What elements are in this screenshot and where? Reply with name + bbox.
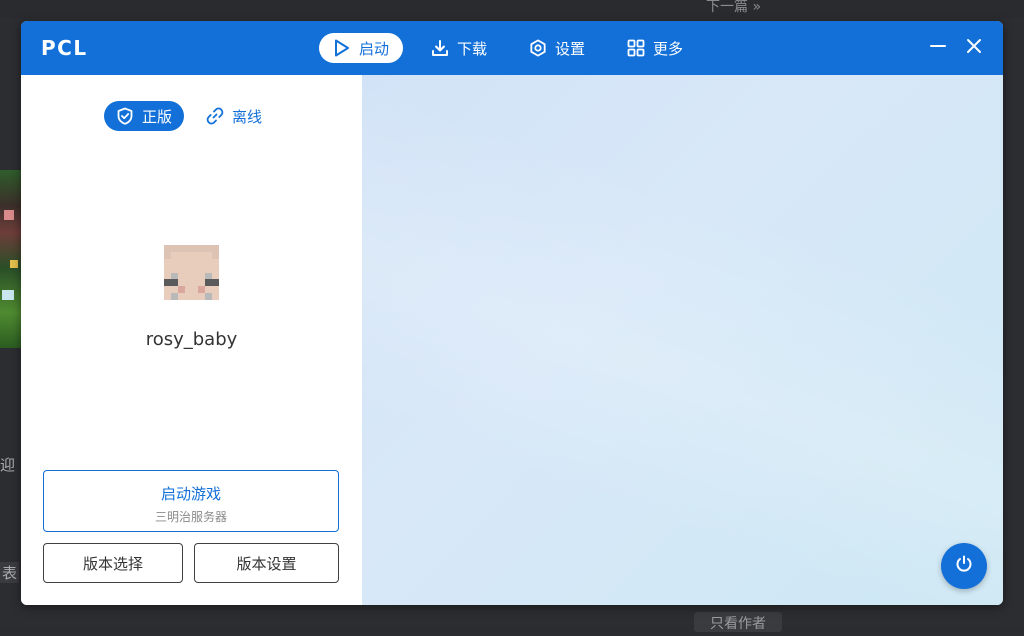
close-icon xyxy=(966,38,982,58)
mode-official-button[interactable]: 正版 xyxy=(104,101,185,131)
nav-launch-label: 启动 xyxy=(359,39,390,58)
window-controls xyxy=(915,35,987,61)
gear-icon xyxy=(529,39,547,57)
link-icon xyxy=(206,107,224,125)
account-mode-toggle: 正版 离线 xyxy=(104,101,284,131)
shield-check-icon xyxy=(116,107,134,125)
mode-offline-label: 离线 xyxy=(232,107,263,126)
background-next-article-link[interactable]: 下一篇 » xyxy=(706,0,761,18)
nav-settings[interactable]: 设置 xyxy=(515,33,599,63)
version-settings-button[interactable]: 版本设置 xyxy=(194,543,339,583)
mode-offline-button[interactable]: 离线 xyxy=(194,101,274,131)
power-icon xyxy=(954,554,974,578)
power-button[interactable] xyxy=(941,543,987,589)
account-panel: 正版 离线 rosy_baby 启动游戏 三明治服务器 版本选择 版本设置 xyxy=(21,75,362,605)
play-icon xyxy=(333,39,351,57)
title-bar[interactable]: PCL 启动 下载 设置 更多 xyxy=(21,21,1003,75)
nav-more[interactable]: 更多 xyxy=(613,33,697,63)
launch-game-label: 启动游戏 xyxy=(160,485,221,503)
background-text: 表 xyxy=(0,562,20,583)
background-topbar xyxy=(0,0,1024,18)
player-skin-avatar[interactable] xyxy=(164,245,219,300)
launcher-window: PCL 启动 下载 设置 更多 正版 离线 rosy_baby 启动游戏 三明治… xyxy=(21,21,1003,605)
background-author-only-button[interactable]: 只看作者 xyxy=(694,612,782,632)
nav-download-label: 下载 xyxy=(457,39,488,58)
username: rosy_baby xyxy=(145,329,238,350)
background-text: 迎 xyxy=(0,456,16,474)
mode-official-label: 正版 xyxy=(142,107,173,126)
version-select-button[interactable]: 版本选择 xyxy=(43,543,183,583)
app-logo: PCL xyxy=(41,36,88,60)
launch-game-button[interactable]: 启动游戏 三明治服务器 xyxy=(43,470,339,532)
close-button[interactable] xyxy=(961,35,987,61)
background-sheen xyxy=(362,75,1003,605)
download-icon xyxy=(431,39,449,57)
minimize-icon xyxy=(930,38,946,58)
nav-download[interactable]: 下载 xyxy=(417,33,501,63)
grid-icon xyxy=(627,39,645,57)
selected-version-label: 三明治服务器 xyxy=(154,510,227,524)
nav-settings-label: 设置 xyxy=(555,39,586,58)
minimize-button[interactable] xyxy=(925,35,951,61)
content-area xyxy=(362,75,1003,605)
nav-more-label: 更多 xyxy=(653,39,684,58)
main-nav: 启动 下载 设置 更多 xyxy=(319,33,711,63)
nav-launch[interactable]: 启动 xyxy=(319,33,404,63)
